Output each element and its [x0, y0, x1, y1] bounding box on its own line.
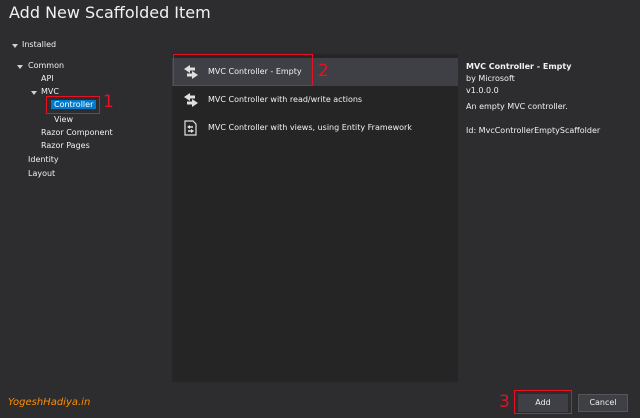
details-version: v1.0.0.0 [466, 86, 499, 95]
expand-mvc-icon[interactable] [31, 91, 37, 95]
tree-item-api[interactable]: API [41, 73, 54, 85]
details-id: Id: MvcControllerEmptyScaffolder [466, 126, 601, 135]
tree-item-view[interactable]: View [54, 114, 73, 126]
annotation-box-controller [46, 96, 100, 114]
tree-item-razor-component[interactable]: Razor Component [41, 127, 113, 139]
tree-item-common[interactable]: Common [28, 60, 64, 72]
annotation-number-3: 3 [499, 392, 510, 412]
details-title: MVC Controller - Empty [466, 62, 572, 71]
details-description: An empty MVC controller. [466, 102, 568, 111]
tree-item-layout[interactable]: Layout [28, 168, 55, 180]
brand-watermark: YogeshHadiya.in [8, 397, 91, 408]
expand-common-icon[interactable] [17, 65, 23, 69]
details-author: by Microsoft [466, 74, 515, 83]
expand-installed-icon[interactable] [12, 44, 18, 48]
category-tree[interactable]: Installed Common API MVC Controller View… [0, 33, 170, 383]
cancel-button[interactable]: Cancel [578, 394, 628, 412]
annotation-number-1: 1 [103, 92, 114, 112]
details-panel: MVC Controller - Empty by Microsoft v1.0… [460, 54, 640, 382]
scaffold-list[interactable]: MVC Controller - Empty MVC Controller wi… [172, 54, 458, 382]
controller-ef-icon [184, 120, 197, 136]
annotation-box-empty-item [173, 54, 313, 86]
controller-icon [184, 93, 198, 107]
title-bar: Add New Scaffolded Item [0, 0, 640, 30]
scaffold-item-mvc-ef[interactable]: MVC Controller with views, using Entity … [172, 114, 458, 142]
dialog-title: Add New Scaffolded Item [9, 3, 211, 22]
scaffold-item-mvc-readwrite[interactable]: MVC Controller with read/write actions [172, 86, 458, 114]
tree-item-identity[interactable]: Identity [28, 154, 59, 166]
annotation-number-2: 2 [318, 61, 329, 81]
tree-item-razor-pages[interactable]: Razor Pages [41, 140, 90, 152]
add-button[interactable]: Add [518, 394, 568, 412]
tree-item-installed[interactable]: Installed [22, 39, 56, 51]
